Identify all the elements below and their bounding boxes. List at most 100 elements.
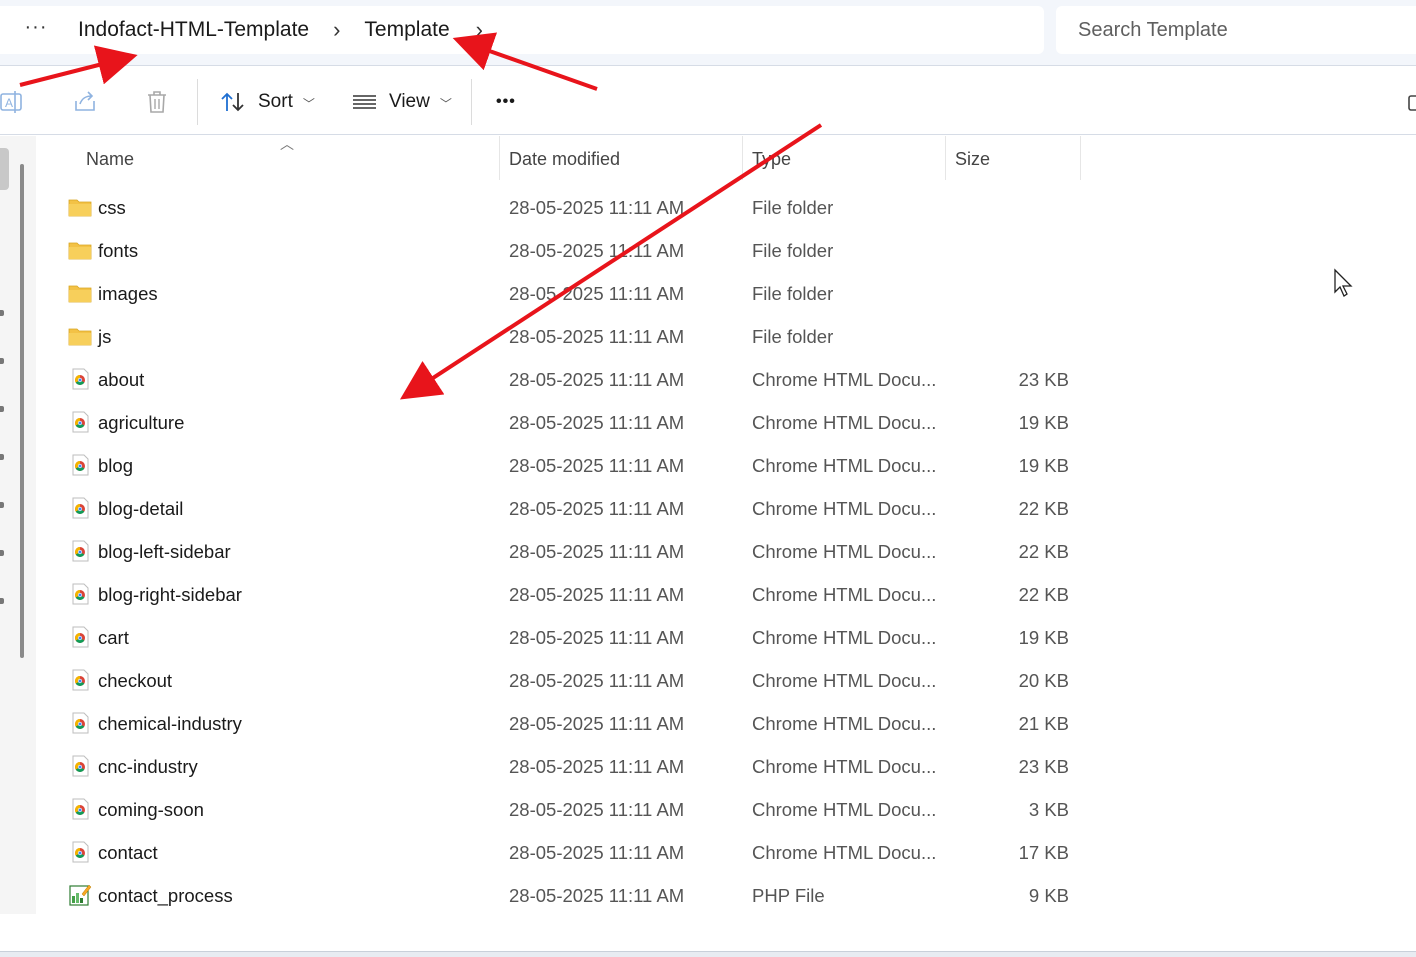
navigation-scrollbar[interactable] xyxy=(20,164,24,658)
navigation-pane[interactable] xyxy=(0,136,36,914)
file-name: blog-right-sidebar xyxy=(98,584,242,605)
search-box[interactable] xyxy=(1056,6,1416,54)
navigation-scroll-thumb[interactable] xyxy=(0,148,9,190)
file-type: PHP File xyxy=(752,885,825,906)
file-row[interactable]: blog 28-05-2025 11:11 AM Chrome HTML Docu.… xyxy=(36,444,1416,487)
file-name: blog-left-sidebar xyxy=(98,541,231,562)
file-date-modified: 28-05-2025 11:11 AM xyxy=(509,799,685,820)
file-size: 19 KB xyxy=(1018,627,1069,648)
file-date-modified: 28-05-2025 11:11 AM xyxy=(509,885,685,906)
command-bar: A Sort ﹀ View ﹀ ••• xyxy=(0,67,1416,135)
details-pane-icon[interactable] xyxy=(1408,95,1416,111)
expand-chevron-icon[interactable] xyxy=(0,454,4,460)
file-row[interactable]: cnc-industry 28-05-2025 11:11 AM Chrome HT… xyxy=(36,745,1416,788)
sort-label: Sort xyxy=(258,91,293,112)
file-size: 17 KB xyxy=(1018,842,1069,863)
folder-icon xyxy=(68,242,92,260)
php-file-icon xyxy=(69,884,92,906)
file-type: Chrome HTML Docu... xyxy=(752,541,937,562)
expand-chevron-icon[interactable] xyxy=(0,310,4,316)
file-size xyxy=(949,272,1069,315)
file-row[interactable]: agriculture 28-05-2025 11:11 AM Chrome HTM… xyxy=(36,401,1416,444)
chrome-html-icon xyxy=(72,669,89,691)
file-row[interactable]: coming-soon 28-05-2025 11:11 AM Chrome HTM… xyxy=(36,788,1416,831)
expand-chevron-icon[interactable] xyxy=(0,550,4,556)
column-header-size[interactable]: Size xyxy=(946,136,1078,182)
file-row[interactable]: js 28-05-2025 11:11 AM File folder xyxy=(36,315,1416,358)
breadcrumb[interactable]: ··· Indofact-HTML-Template › Template › xyxy=(0,6,1044,54)
expand-chevron-icon[interactable] xyxy=(0,406,4,412)
file-type: Chrome HTML Docu... xyxy=(752,713,937,734)
file-name: blog xyxy=(98,455,133,476)
sort-button[interactable]: Sort ﹀ xyxy=(220,85,315,119)
sort-icon xyxy=(221,92,244,112)
column-header-type[interactable]: Type xyxy=(743,136,943,182)
toolbar-divider xyxy=(197,79,198,125)
file-row[interactable]: about 28-05-2025 11:11 AM Chrome HTML Docu… xyxy=(36,358,1416,401)
search-input[interactable] xyxy=(1078,18,1398,42)
file-row[interactable]: blog-left-sidebar 28-05-2025 11:11 AM Chro… xyxy=(36,530,1416,573)
breadcrumb-item-indofact[interactable]: Indofact-HTML-Template xyxy=(72,18,315,42)
chrome-html-icon xyxy=(72,841,89,863)
file-type: Chrome HTML Docu... xyxy=(752,799,937,820)
chrome-html-icon xyxy=(72,540,89,562)
chevron-down-icon: ﹀ xyxy=(302,96,315,111)
file-date-modified: 28-05-2025 11:11 AM xyxy=(509,842,685,863)
chrome-html-icon xyxy=(72,454,89,476)
file-row[interactable]: cart 28-05-2025 11:11 AM Chrome HTML Docu.… xyxy=(36,616,1416,659)
file-name: about xyxy=(98,369,145,390)
file-type: File folder xyxy=(752,326,834,347)
chevron-right-icon[interactable]: › xyxy=(315,17,358,43)
file-type: Chrome HTML Docu... xyxy=(752,842,937,863)
status-bar-edge xyxy=(0,951,1416,957)
file-row[interactable]: css 28-05-2025 11:11 AM File folder xyxy=(36,186,1416,229)
toolbar-divider xyxy=(471,79,472,125)
file-row[interactable]: images 28-05-2025 11:11 AM File folder xyxy=(36,272,1416,315)
file-type: Chrome HTML Docu... xyxy=(752,756,937,777)
file-row[interactable]: blog-detail 28-05-2025 11:11 AM Chrome HTM… xyxy=(36,487,1416,530)
column-header-date[interactable]: Date modified xyxy=(500,136,740,182)
file-row[interactable]: chemical-industry 28-05-2025 11:11 AM Chro… xyxy=(36,702,1416,745)
chrome-html-icon xyxy=(72,626,89,648)
file-row[interactable]: checkout 28-05-2025 11:11 AM Chrome HTML D… xyxy=(36,659,1416,702)
file-size: 3 KB xyxy=(1028,799,1069,820)
file-size: 23 KB xyxy=(1018,369,1069,390)
rename-icon[interactable]: A xyxy=(0,89,26,115)
expand-chevron-icon[interactable] xyxy=(0,502,4,508)
column-divider[interactable] xyxy=(1080,136,1081,180)
file-date-modified: 28-05-2025 11:11 AM xyxy=(509,412,685,433)
more-options-button[interactable]: ••• xyxy=(496,85,516,119)
file-date-modified: 28-05-2025 11:11 AM xyxy=(509,541,685,562)
file-date-modified: 28-05-2025 11:11 AM xyxy=(509,240,685,261)
chrome-html-icon xyxy=(72,368,89,390)
expand-chevron-icon[interactable] xyxy=(0,598,4,604)
file-date-modified: 28-05-2025 11:11 AM xyxy=(509,713,685,734)
file-size xyxy=(949,186,1069,229)
file-name: agriculture xyxy=(98,412,185,433)
view-button[interactable]: View ﹀ xyxy=(352,85,452,119)
file-type: Chrome HTML Docu... xyxy=(752,455,937,476)
file-date-modified: 28-05-2025 11:11 AM xyxy=(509,283,685,304)
file-name: fonts xyxy=(98,240,139,261)
file-name: contact_process xyxy=(98,885,233,906)
breadcrumb-item-template[interactable]: Template xyxy=(358,18,455,42)
chevron-right-icon[interactable]: › xyxy=(456,17,501,43)
file-row[interactable]: contact_process 28-05-2025 11:11 AM PHP Fi… xyxy=(36,874,1416,917)
file-size xyxy=(949,315,1069,358)
column-header-name[interactable]: Name xyxy=(77,136,497,182)
expand-chevron-icon[interactable] xyxy=(0,358,4,364)
file-name: blog-detail xyxy=(98,498,184,519)
file-size: 22 KB xyxy=(1018,541,1069,562)
file-date-modified: 28-05-2025 11:11 AM xyxy=(509,584,685,605)
chrome-html-icon xyxy=(72,755,89,777)
file-row[interactable]: contact 28-05-2025 11:11 AM Chrome HTML Do… xyxy=(36,831,1416,874)
file-type: Chrome HTML Docu... xyxy=(752,498,937,519)
file-name: images xyxy=(98,283,158,304)
file-row[interactable]: fonts 28-05-2025 11:11 AM File folder xyxy=(36,229,1416,272)
breadcrumb-more-button[interactable]: ··· xyxy=(0,16,72,45)
file-type: File folder xyxy=(752,197,834,218)
address-bar-area: ··· Indofact-HTML-Template › Template › xyxy=(0,0,1416,66)
share-icon[interactable] xyxy=(72,89,98,115)
delete-icon[interactable] xyxy=(144,89,170,115)
file-row[interactable]: blog-right-sidebar 28-05-2025 11:11 AM Chr… xyxy=(36,573,1416,616)
